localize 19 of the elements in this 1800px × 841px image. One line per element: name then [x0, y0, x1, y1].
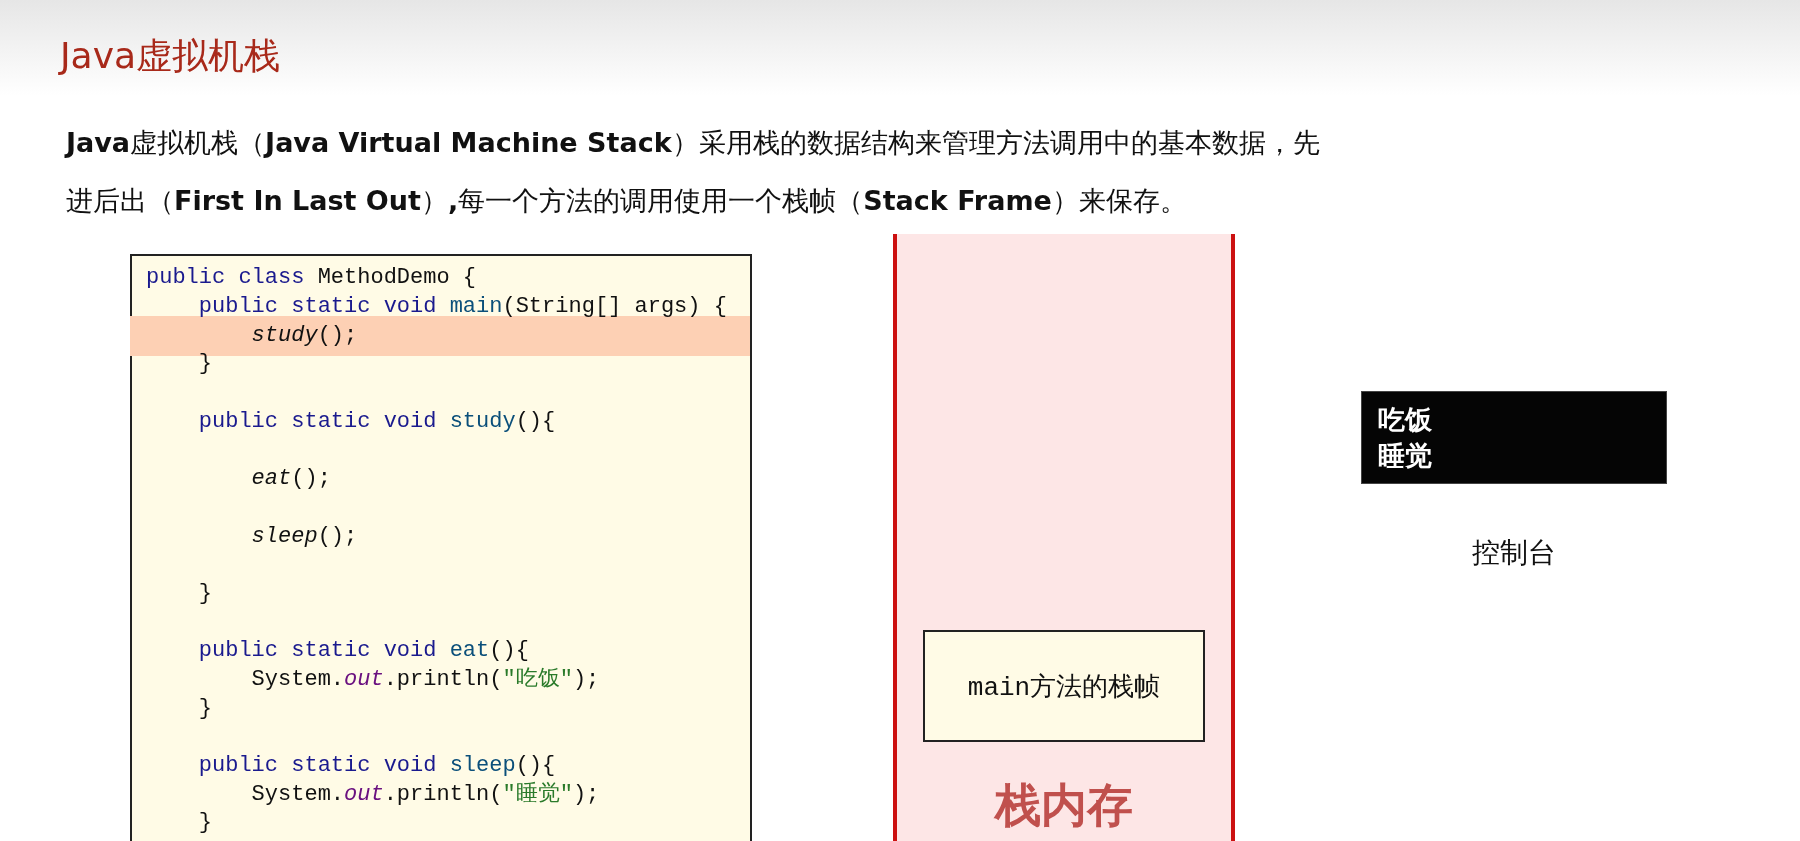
console-line: 吃饭: [1378, 403, 1433, 437]
code-line: public static void eat(){: [197, 637, 530, 666]
console-line: 睡觉: [1378, 439, 1433, 473]
console-label: 控制台: [1472, 535, 1556, 571]
paragraph-line: Java虚拟机栈（Java Virtual Machine Stack）采用栈的数据结构来管理方法调用中的基本数据，先: [66, 126, 1321, 160]
code-line: System.out.println("吃饭");: [250, 665, 601, 694]
code-line: public class MethodDemo {: [145, 264, 478, 292]
code-line: System.out.println("睡觉");: [250, 780, 601, 809]
code-line: eat();: [250, 465, 332, 494]
code-line: sleep();: [250, 522, 359, 551]
code-line: }: [197, 809, 213, 838]
code-line: public static void study(){: [197, 407, 557, 436]
code-line: }: [197, 579, 213, 608]
code-line: }: [197, 694, 213, 723]
paragraph-line: 进后出（First In Last Out）,每一个方法的调用使用一个栈帧（Stack Frame）来保存。: [66, 184, 1188, 218]
stack-label: 栈内存: [995, 782, 1133, 828]
stack-frame: main方法的栈帧: [923, 630, 1205, 742]
code-line: public static void sleep(){: [197, 752, 557, 780]
slide-title: Java虚拟机栈: [60, 38, 282, 74]
